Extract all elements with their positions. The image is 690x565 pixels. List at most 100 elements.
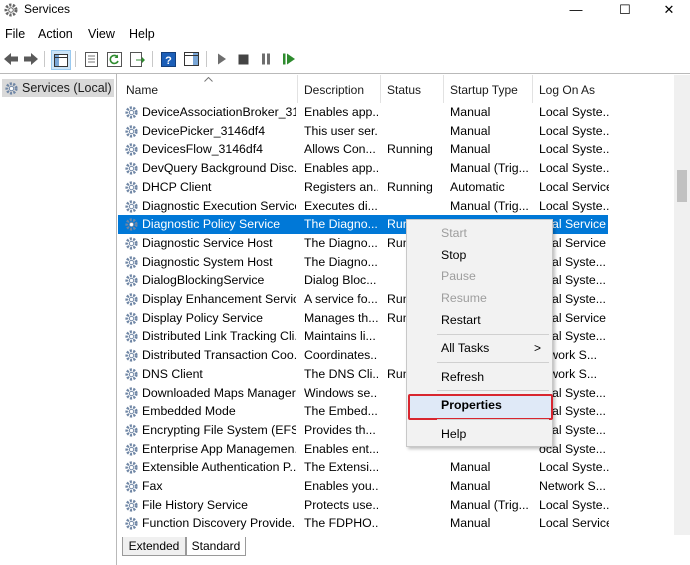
context-menu-all-tasks[interactable]: All Tasks >: [407, 338, 552, 358]
context-menu-help[interactable]: Help: [407, 424, 552, 444]
forward-button[interactable]: [22, 50, 40, 68]
forward-arrow-icon: [24, 53, 38, 65]
cell-logon: Network S...: [539, 479, 606, 493]
table-row[interactable]: DevicesFlow_3146df4 Allows Con... Running M…: [118, 140, 609, 159]
context-menu: Start Stop Pause Resume Restart All Task…: [406, 219, 553, 447]
cell-logon: Local Syste...: [539, 142, 609, 157]
tab-standard[interactable]: Standard: [186, 537, 246, 556]
menu-view[interactable]: View: [88, 27, 115, 41]
column-header-name[interactable]: Name: [126, 83, 158, 101]
context-menu-properties[interactable]: Properties: [407, 395, 552, 415]
service-gear-icon: [125, 125, 138, 138]
action-pane-icon: [183, 52, 199, 66]
restart-service-button[interactable]: [280, 50, 298, 68]
table-row[interactable]: Fax Enables you... Manual Network S...: [118, 477, 608, 496]
back-button[interactable]: [2, 50, 20, 68]
menu-help[interactable]: Help: [129, 27, 155, 41]
show-hide-console-tree-button[interactable]: [51, 50, 71, 70]
help-toolbar-button[interactable]: ?: [159, 50, 177, 68]
pause-service-button[interactable]: [257, 50, 275, 68]
column-header-log-on-as[interactable]: Log On As: [539, 83, 595, 101]
menu-action[interactable]: Action: [38, 27, 73, 41]
cell-logon: Local Service: [539, 516, 609, 531]
cell-name: Distributed Link Tracking Cli...: [142, 329, 296, 344]
maximize-icon: ☐: [619, 2, 631, 17]
table-row[interactable]: Extensible Authentication P... The Extens…: [118, 458, 609, 477]
close-button[interactable]: ✕: [646, 0, 690, 20]
context-menu-pause[interactable]: Pause: [407, 266, 552, 286]
column-divider[interactable]: [297, 75, 298, 103]
toolbar-separator: [75, 51, 76, 67]
cell-logon: Local Syste...: [539, 497, 609, 512]
cell-logon: Local Syste...: [539, 161, 609, 176]
column-divider[interactable]: [532, 75, 533, 103]
tab-extended[interactable]: Extended: [122, 537, 186, 556]
table-row[interactable]: DevQuery Background Disc... Enables app..…: [118, 159, 609, 178]
table-row[interactable]: DevicePicker_3146df4 This user ser... Manu…: [118, 122, 609, 141]
table-row[interactable]: File History Service Protects use... Manua…: [118, 496, 609, 515]
menu-file[interactable]: File: [5, 27, 25, 41]
cell-startup: Manual: [450, 142, 491, 157]
svg-text:?: ?: [165, 55, 172, 67]
cell-name: File History Service: [142, 497, 248, 512]
column-header-startup-type[interactable]: Startup Type: [450, 83, 518, 101]
table-row[interactable]: Diagnostic Execution Service Executes di.…: [118, 197, 609, 216]
cell-name: Display Enhancement Service: [142, 292, 296, 306]
console-tree: Services (Local): [0, 75, 116, 565]
cell-name: Encrypting File System (EFS): [142, 422, 296, 437]
context-menu-stop[interactable]: Stop: [407, 245, 552, 265]
table-row[interactable]: DHCP Client Registers an... Running Automat…: [118, 178, 609, 197]
cell-startup: Manual (Trig...: [450, 497, 529, 512]
context-menu-start[interactable]: Start: [407, 223, 552, 243]
minimize-button[interactable]: —: [553, 0, 599, 20]
service-gear-icon: [125, 424, 138, 437]
back-arrow-icon: [4, 53, 18, 65]
start-service-button[interactable]: [213, 50, 231, 68]
cell-status: Running: [387, 142, 433, 157]
service-gear-icon: [125, 368, 138, 381]
context-menu-resume[interactable]: Resume: [407, 288, 552, 308]
tree-item-services-local[interactable]: Services (Local): [2, 79, 114, 97]
service-gear-icon: [125, 218, 138, 231]
column-divider[interactable]: [443, 75, 444, 103]
service-gear-icon: [125, 143, 138, 156]
cell-desc: The Diagno...: [304, 217, 378, 232]
console-tree-icon: [54, 53, 68, 67]
export-list-button[interactable]: [128, 50, 146, 68]
cell-startup: Automatic: [450, 179, 505, 194]
pause-icon: [262, 53, 270, 65]
cell-name: Diagnostic Policy Service: [142, 217, 281, 232]
refresh-toolbar-button[interactable]: [105, 50, 123, 68]
service-gear-icon: [125, 256, 138, 269]
context-menu-refresh[interactable]: Refresh: [407, 367, 552, 387]
table-row[interactable]: DeviceAssociationBroker_31... Enables app…: [118, 103, 609, 122]
cell-desc: Allows Con...: [304, 142, 376, 157]
stop-service-button[interactable]: [234, 50, 252, 68]
vertical-scrollbar[interactable]: [674, 75, 690, 535]
cell-logon: Local Syste...: [539, 198, 609, 213]
maximize-button[interactable]: ☐: [602, 0, 648, 20]
scrollbar-thumb[interactable]: [677, 170, 687, 202]
column-header-description[interactable]: Description: [304, 83, 364, 101]
properties-toolbar-button[interactable]: [82, 50, 100, 68]
context-menu-restart[interactable]: Restart: [407, 310, 552, 330]
column-divider[interactable]: [380, 75, 381, 103]
cell-desc: Manages th...: [304, 310, 378, 325]
services-gear-icon: [4, 3, 18, 17]
cell-desc: The Embed...: [304, 404, 378, 419]
export-icon: [129, 51, 145, 67]
toolbar: ?: [0, 46, 690, 72]
service-gear-icon: [125, 181, 138, 194]
show-action-pane-button[interactable]: [182, 50, 200, 68]
cell-name: Diagnostic System Host: [142, 254, 273, 269]
table-row[interactable]: Function Discovery Provide... The FDPHO..…: [118, 514, 609, 533]
cell-startup: Manual: [450, 460, 491, 475]
column-header-status[interactable]: Status: [387, 83, 421, 101]
cell-startup: Manual: [450, 105, 491, 119]
cell-name: Embedded Mode: [142, 404, 236, 419]
view-tabs: Extended Standard: [118, 537, 690, 557]
cell-name: Diagnostic Execution Service: [142, 198, 296, 213]
pane-splitter[interactable]: [116, 74, 117, 565]
cell-name: Extensible Authentication P...: [142, 460, 296, 475]
cell-desc: The Diagno...: [304, 254, 378, 269]
